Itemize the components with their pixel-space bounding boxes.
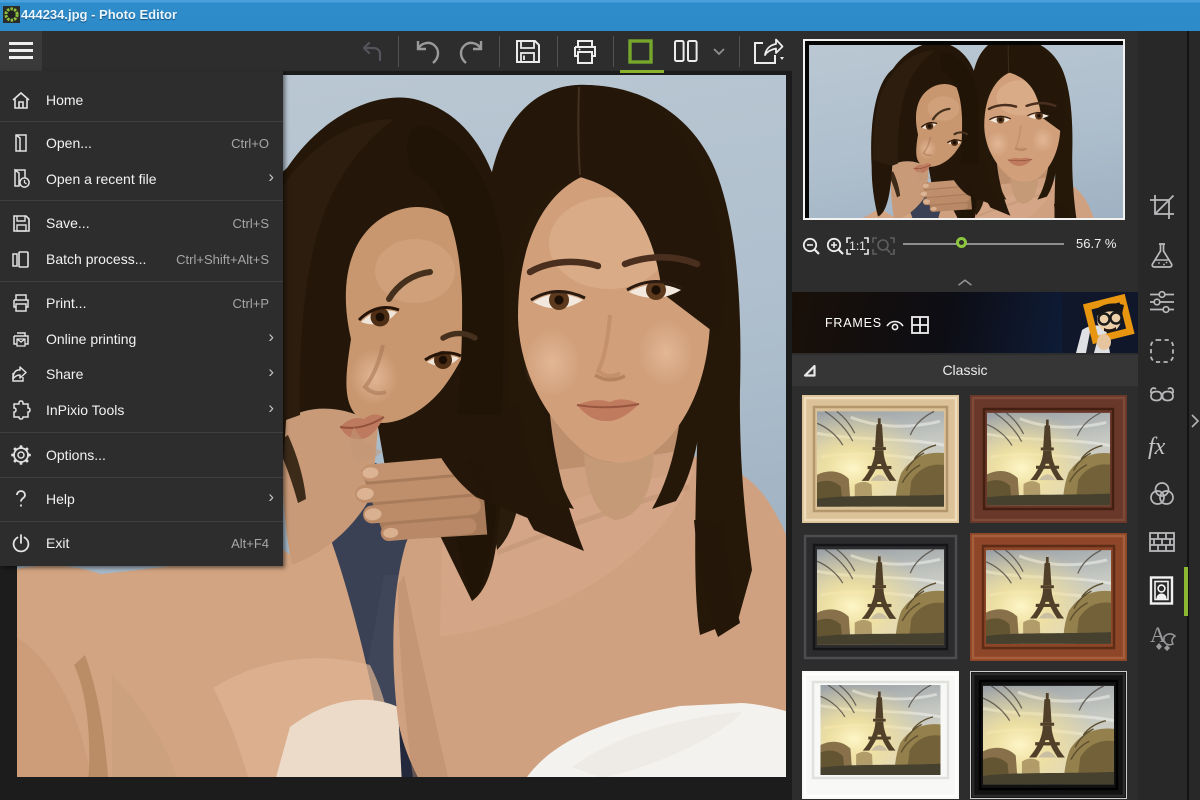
svg-text:A: A [1150, 622, 1166, 647]
svg-text:1:1: 1:1 [849, 239, 866, 253]
svg-text:fx: fx [1148, 434, 1166, 460]
